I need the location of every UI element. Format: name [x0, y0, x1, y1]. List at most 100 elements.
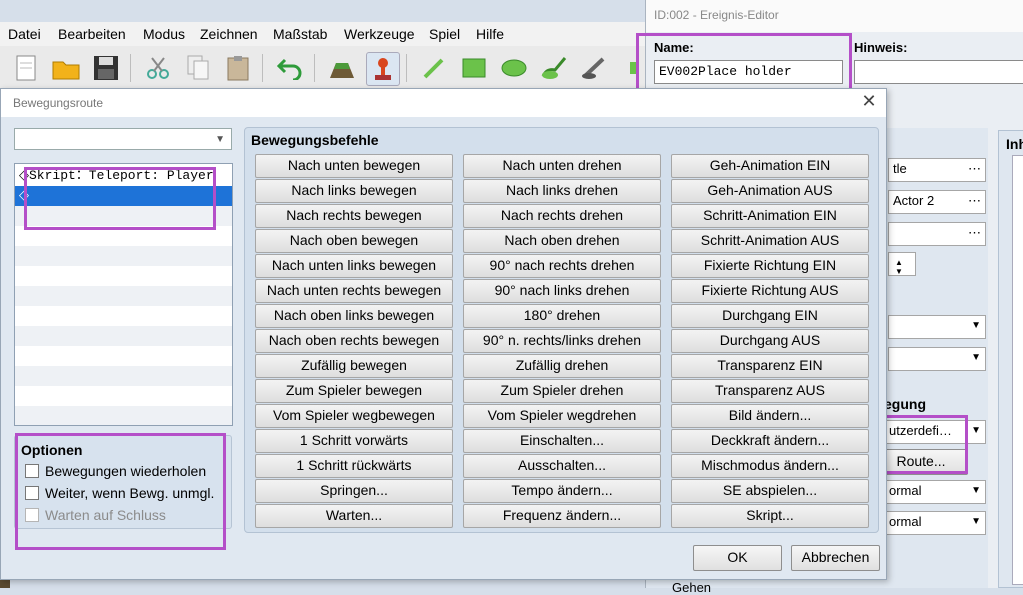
command-button[interactable]: 90° nach rechts drehen: [463, 254, 661, 278]
movement-type-select[interactable]: utzerdefi… ▼: [884, 420, 986, 444]
pencil-icon[interactable]: [418, 52, 450, 84]
menu-bearbeiten[interactable]: Bearbeiten: [58, 26, 126, 42]
repeat-checkbox[interactable]: Bewegungen wiederholen: [25, 460, 206, 482]
route-item[interactable]: ◇Skript：Teleport: Player: [15, 166, 232, 186]
command-button[interactable]: Skript...: [671, 504, 869, 528]
command-button[interactable]: Mischmodus ändern...: [671, 454, 869, 478]
image-field[interactable]: tle ⋯: [888, 158, 986, 182]
command-button[interactable]: Nach unten drehen: [463, 154, 661, 178]
event-editor-title: ID:002 - Ereignis-Editor: [646, 0, 1023, 32]
command-button[interactable]: Durchgang AUS: [671, 329, 869, 353]
undo-icon[interactable]: [274, 52, 306, 84]
command-button[interactable]: Nach links bewegen: [255, 179, 453, 203]
command-button[interactable]: Nach links drehen: [463, 179, 661, 203]
menu-werkzeuge[interactable]: Werkzeuge: [344, 26, 415, 42]
menu-modus[interactable]: Modus: [143, 26, 185, 42]
contents-list[interactable]: [1012, 155, 1023, 585]
dropdown-2[interactable]: ▼: [888, 347, 986, 371]
command-button[interactable]: Nach rechts drehen: [463, 204, 661, 228]
condition-field[interactable]: ⋯: [888, 222, 986, 246]
command-button[interactable]: Transparenz AUS: [671, 379, 869, 403]
dropdown-1[interactable]: ▼: [888, 315, 986, 339]
event-mode-icon[interactable]: [366, 52, 400, 86]
command-button[interactable]: Nach unten bewegen: [255, 154, 453, 178]
number-spinner[interactable]: ▲ ▼: [888, 252, 916, 276]
command-button[interactable]: Nach oben bewegen: [255, 229, 453, 253]
image-field-value: tle: [893, 161, 907, 176]
target-select[interactable]: ▼: [14, 128, 232, 150]
map-mode-icon[interactable]: [326, 52, 358, 84]
chevron-down-icon: ▼: [215, 134, 225, 145]
menu-hilfe[interactable]: Hilfe: [476, 26, 504, 42]
new-project-icon[interactable]: [10, 52, 42, 84]
command-button[interactable]: Zum Spieler bewegen: [255, 379, 453, 403]
toolbar-separator: [406, 54, 407, 82]
ok-button[interactable]: OK: [693, 545, 782, 571]
command-button[interactable]: Deckkraft ändern...: [671, 429, 869, 453]
route-list[interactable]: ◇Skript：Teleport: Player ◇: [14, 163, 233, 426]
shadow-pen-icon[interactable]: [578, 52, 610, 84]
cut-icon[interactable]: [142, 52, 174, 84]
command-button[interactable]: Tempo ändern...: [463, 479, 661, 503]
command-button[interactable]: Springen...: [255, 479, 453, 503]
name-field[interactable]: EV002Place holder: [654, 60, 843, 84]
commands-group: Bewegungsbefehle Nach unten bewegen Nach …: [244, 127, 879, 533]
command-button[interactable]: Nach rechts bewegen: [255, 204, 453, 228]
command-button[interactable]: 180° drehen: [463, 304, 661, 328]
command-button[interactable]: Nach oben drehen: [463, 229, 661, 253]
command-button[interactable]: Frequenz ändern...: [463, 504, 661, 528]
save-project-icon[interactable]: [90, 52, 122, 84]
command-button[interactable]: Nach oben rechts bewegen: [255, 329, 453, 353]
open-project-icon[interactable]: [50, 52, 82, 84]
command-button[interactable]: Geh-Animation EIN: [671, 154, 869, 178]
command-button[interactable]: Geh-Animation AUS: [671, 179, 869, 203]
speed-select[interactable]: ormal ▼: [884, 480, 986, 504]
close-icon[interactable]: ✕: [860, 92, 878, 111]
rectangle-icon[interactable]: [458, 52, 490, 84]
command-button[interactable]: Bild ändern...: [671, 404, 869, 428]
command-button[interactable]: Zum Spieler drehen: [463, 379, 661, 403]
command-button[interactable]: Fixierte Richtung AUS: [671, 279, 869, 303]
copy-icon[interactable]: [182, 52, 214, 84]
options-group: Optionen Bewegungen wiederholen Weiter, …: [14, 435, 232, 529]
command-button[interactable]: Zufällig bewegen: [255, 354, 453, 378]
command-button[interactable]: Ausschalten...: [463, 454, 661, 478]
command-button[interactable]: Schritt-Animation EIN: [671, 204, 869, 228]
skip-checkbox[interactable]: Weiter, wenn Bewg. unmgl.: [25, 482, 214, 504]
command-button[interactable]: Warten...: [255, 504, 453, 528]
wait-checkbox: Warten auf Schluss: [25, 504, 166, 526]
route-empty-row: [15, 366, 232, 386]
command-button[interactable]: SE abspielen...: [671, 479, 869, 503]
command-button[interactable]: Vom Spieler wegdrehen: [463, 404, 661, 428]
command-button[interactable]: 1 Schritt vorwärts: [255, 429, 453, 453]
actor-field[interactable]: Actor 2 ⋯: [888, 190, 986, 214]
note-field[interactable]: [854, 60, 1023, 84]
route-button[interactable]: Route...: [874, 449, 968, 475]
route-empty-row: [15, 346, 232, 366]
frequency-select[interactable]: ormal ▼: [884, 511, 986, 535]
ellipse-icon[interactable]: [498, 52, 530, 84]
command-button[interactable]: Einschalten...: [463, 429, 661, 453]
route-empty-row: [15, 286, 232, 306]
menu-datei[interactable]: Datei: [8, 26, 41, 42]
command-button[interactable]: 1 Schritt rückwärts: [255, 454, 453, 478]
menu-spiel[interactable]: Spiel: [429, 26, 460, 42]
command-button[interactable]: Nach unten rechts bewegen: [255, 279, 453, 303]
command-button[interactable]: Transparenz EIN: [671, 354, 869, 378]
command-button[interactable]: Nach oben links bewegen: [255, 304, 453, 328]
cancel-button[interactable]: Abbrechen: [791, 545, 880, 571]
command-button[interactable]: Fixierte Richtung EIN: [671, 254, 869, 278]
command-button[interactable]: 90° n. rechts/links drehen: [463, 329, 661, 353]
command-button[interactable]: Nach unten links bewegen: [255, 254, 453, 278]
dialog-title: Bewegungsroute: [1, 89, 886, 117]
menu-masstab[interactable]: Maßstab: [273, 26, 327, 42]
command-button[interactable]: Durchgang EIN: [671, 304, 869, 328]
fill-icon[interactable]: [538, 52, 570, 84]
paste-icon[interactable]: [222, 52, 254, 84]
command-button[interactable]: Vom Spieler wegbewegen: [255, 404, 453, 428]
command-button[interactable]: Zufällig drehen: [463, 354, 661, 378]
command-button[interactable]: 90° nach links drehen: [463, 279, 661, 303]
route-item-selected[interactable]: ◇: [15, 186, 232, 206]
command-button[interactable]: Schritt-Animation AUS: [671, 229, 869, 253]
menu-zeichnen[interactable]: Zeichnen: [200, 26, 258, 42]
